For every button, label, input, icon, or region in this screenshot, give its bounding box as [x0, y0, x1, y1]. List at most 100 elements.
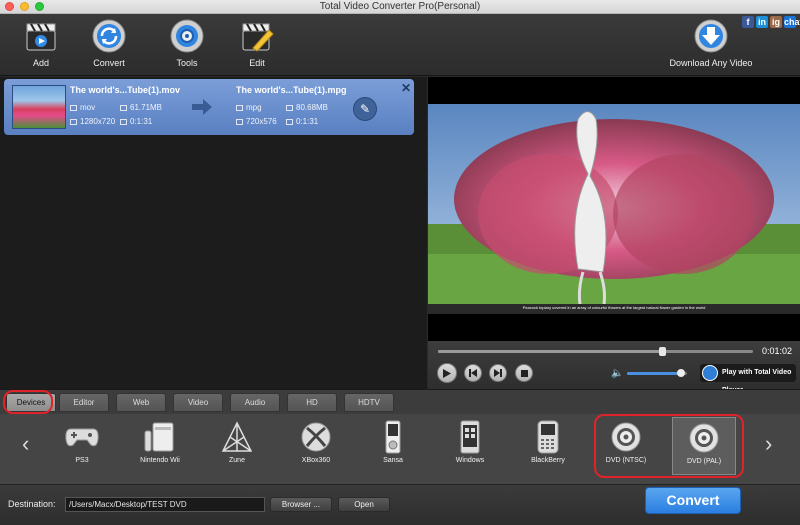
- tab-video[interactable]: Video: [173, 393, 223, 412]
- seek-handle[interactable]: [658, 347, 666, 356]
- pencil-icon: ✎: [359, 102, 371, 116]
- preview-letterbox-top: [428, 77, 800, 104]
- tools-gear-icon: [170, 19, 204, 53]
- source-format: mov: [70, 103, 95, 112]
- tab-web[interactable]: Web: [116, 393, 166, 412]
- seek-progress: [438, 350, 662, 353]
- tab-devices[interactable]: Devices: [6, 393, 56, 412]
- edit-output-button[interactable]: ✎: [353, 97, 377, 121]
- edit-toolbar-label: Edit: [249, 58, 265, 68]
- clapper-edit-icon: [242, 23, 274, 52]
- destination-path-input[interactable]: [65, 497, 265, 512]
- zoom-window-button[interactable]: [35, 2, 44, 11]
- file-item[interactable]: The world's...Tube(1).mov mov 61.71MB 12…: [4, 79, 414, 135]
- total-video-player-icon: [702, 365, 718, 381]
- clock-icon: [286, 119, 293, 125]
- source-size: 61.71MB: [120, 103, 162, 112]
- device-nintendo-wii[interactable]: Nintendo Wii: [128, 417, 192, 475]
- device-dvd-ntsc[interactable]: DVD (NTSC): [594, 417, 658, 475]
- target-file-name: The world's...Tube(1).mpg: [236, 85, 347, 95]
- play-icon: [443, 368, 451, 378]
- close-icon: ✕: [400, 81, 412, 95]
- filesize-icon: [286, 105, 293, 111]
- stop-icon: [520, 369, 528, 377]
- device-label: DVD (PAL): [686, 458, 722, 465]
- wii-icon: [144, 422, 174, 452]
- windows-phone-icon: [460, 420, 480, 454]
- download-arrow-icon: [694, 19, 728, 53]
- device-label: XBox360: [301, 457, 331, 464]
- device-sansa[interactable]: Sansa: [361, 417, 425, 475]
- device-strip: ‹ PS3 Nintendo Wii Zune XBox360 Sansa Wi…: [0, 414, 800, 484]
- tab-hdtv[interactable]: HDTV: [344, 393, 394, 412]
- target-duration: 0:1:31: [286, 117, 318, 126]
- device-label: BlackBerry: [531, 457, 565, 464]
- gamepad-icon: [65, 428, 99, 447]
- device-zune[interactable]: Zune: [205, 417, 269, 475]
- player-controls: 0:01:02 🔈 Play with Total Video Player: [428, 341, 800, 394]
- play-button[interactable]: [437, 363, 457, 383]
- scroll-right-button[interactable]: ›: [765, 431, 772, 457]
- clock-icon: [120, 119, 127, 125]
- format-icon: [70, 105, 77, 111]
- add-button[interactable]: Add: [11, 18, 71, 68]
- destination-bar: Destination: Browser ... Open Convert: [0, 484, 800, 525]
- destination-label: Destination:: [8, 499, 56, 509]
- device-label: DVD (NTSC): [605, 457, 647, 464]
- video-thumbnail: [12, 85, 66, 129]
- open-folder-button[interactable]: Open: [338, 497, 390, 512]
- device-label: Sansa: [383, 457, 403, 464]
- seek-bar[interactable]: [438, 347, 753, 356]
- instagram-icon[interactable]: ig: [770, 16, 782, 28]
- category-tabs: Devices Editor Web Video Audio HD HDTV: [0, 389, 800, 414]
- device-dvd-pal[interactable]: DVD (PAL): [672, 417, 736, 475]
- chat-icon[interactable]: chat: [784, 16, 800, 28]
- device-windows[interactable]: Windows: [438, 417, 502, 475]
- volume-handle[interactable]: [677, 369, 685, 377]
- device-label: Zune: [229, 457, 245, 464]
- tab-audio[interactable]: Audio: [230, 393, 280, 412]
- xbox-icon: [301, 422, 331, 452]
- previous-button[interactable]: [464, 364, 482, 382]
- clapper-add-icon: [26, 23, 56, 51]
- target-size: 80.68MB: [286, 103, 328, 112]
- device-blackberry[interactable]: BlackBerry: [516, 417, 580, 475]
- source-resolution: 1280x720: [70, 117, 115, 126]
- add-label: Add: [32, 58, 49, 68]
- device-ps3[interactable]: PS3: [50, 417, 114, 475]
- remove-file-button[interactable]: ✕: [400, 82, 412, 94]
- download-label: Download Any Video: [669, 58, 753, 68]
- skip-forward-icon: [494, 369, 502, 377]
- next-button[interactable]: [489, 364, 507, 382]
- play-with-total-video-player-button[interactable]: Play with Total Video Player: [700, 364, 796, 394]
- dvd-icon: [611, 422, 641, 452]
- video-preview: Peacock topiary covered in an array of c…: [428, 104, 800, 314]
- minimize-window-button[interactable]: [20, 2, 29, 11]
- tab-editor[interactable]: Editor: [59, 393, 109, 412]
- close-window-button[interactable]: [5, 2, 14, 11]
- tab-hd[interactable]: HD: [287, 393, 337, 412]
- tools-button[interactable]: Tools: [157, 18, 217, 68]
- target-format: mpg: [236, 103, 262, 112]
- volume-slider[interactable]: [627, 369, 687, 377]
- device-label: Nintendo Wii: [140, 457, 180, 464]
- convert-toolbar-button[interactable]: Convert: [79, 18, 139, 68]
- device-xbox360[interactable]: XBox360: [284, 417, 348, 475]
- linkedin-icon[interactable]: in: [756, 16, 768, 28]
- filesize-icon: [120, 105, 127, 111]
- blackberry-icon: [537, 420, 559, 454]
- convert-button[interactable]: Convert: [645, 487, 741, 514]
- video-caption: Peacock topiary covered in an array of c…: [522, 305, 706, 310]
- stop-button[interactable]: [515, 364, 533, 382]
- social-links: f in ig chat: [742, 16, 800, 28]
- chevron-right-icon: ›: [765, 431, 773, 456]
- edit-toolbar-button[interactable]: Edit: [227, 18, 287, 68]
- volume-icon: 🔈: [611, 368, 624, 379]
- facebook-icon[interactable]: f: [742, 16, 754, 28]
- target-resolution: 720x576: [236, 117, 277, 126]
- monitor-icon: [236, 119, 243, 125]
- source-duration: 0:1:31: [120, 117, 152, 126]
- browse-button[interactable]: Browser ...: [270, 497, 332, 512]
- device-label: Windows: [455, 457, 485, 464]
- scroll-left-button[interactable]: ‹: [22, 431, 29, 457]
